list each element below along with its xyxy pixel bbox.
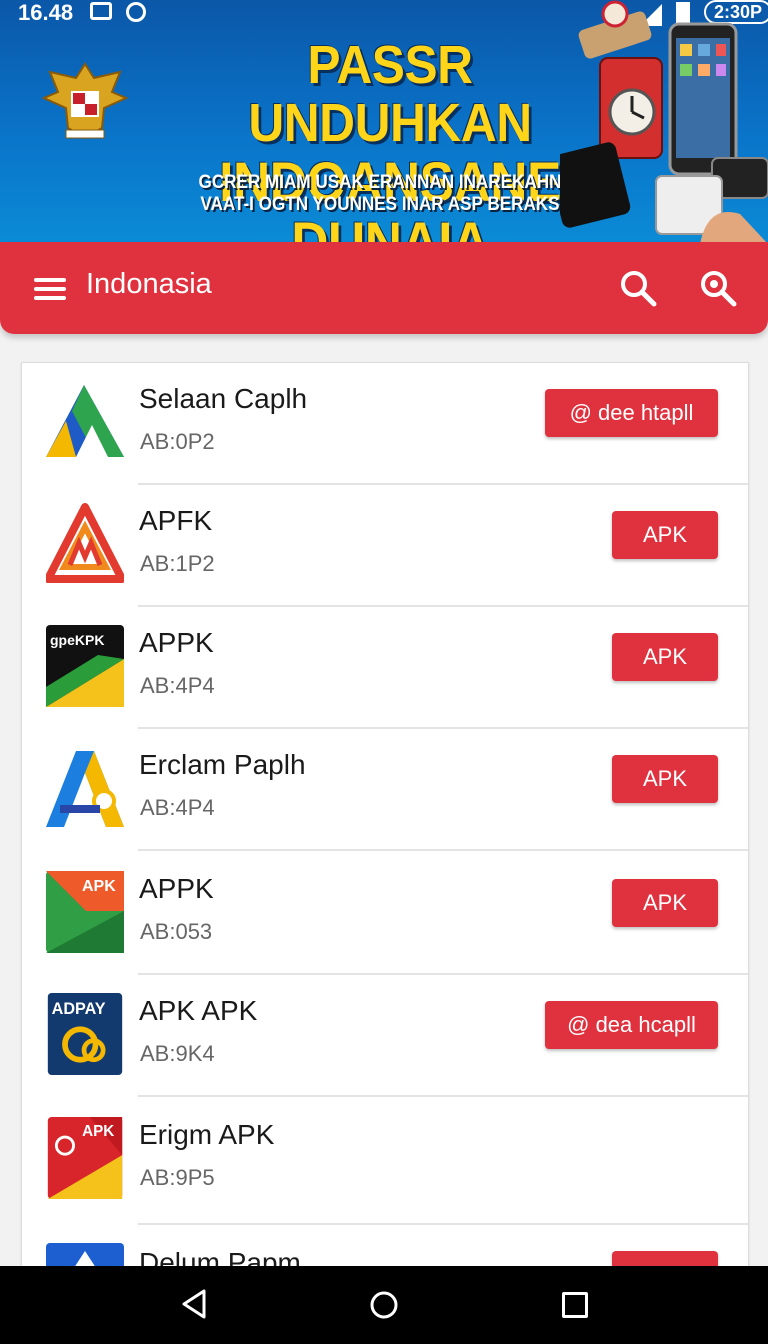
list-item[interactable]: Selaan Caplh AB:0P2 @ dee htapll [22,363,748,485]
app-icon-red-yellow: APK [47,1117,123,1199]
app-list: Selaan Caplh AB:0P2 @ dee htapll APFK AB… [21,362,749,1282]
app-code: AB:9P5 [140,1165,215,1190]
app-notification-icon [126,2,146,22]
divider [138,1095,748,1097]
app-name: APPK [139,873,214,904]
list-item[interactable]: ADPAY APK APK AB:9K4 @ dea hcapll [22,975,748,1097]
advanced-search-icon[interactable] [698,268,738,308]
app-name: Erclam Paplh [139,749,306,780]
app-icon-label: APK [82,878,116,895]
list-item[interactable]: gpeKPK APPK AB:4P4 APK [22,607,748,729]
app-name: Erigm APK [139,1119,275,1150]
app-name: APK APK [139,995,258,1026]
apk-button[interactable]: APK [612,633,718,681]
app-code: AB:4P4 [140,795,215,820]
app-code: AB:1P2 [140,551,215,576]
app-name: APPK [139,627,214,658]
list-item[interactable]: APFK AB:1P2 APK [22,485,748,607]
navigation-bar [0,1266,768,1344]
app-code: AB:0P2 [140,429,215,454]
app-code: AB:053 [140,919,213,944]
app-name: APFK [139,505,213,536]
list-item[interactable]: APK Erigm APK AB:9P5 [22,1099,748,1225]
back-icon[interactable] [180,1289,210,1319]
photo-notification-icon [90,2,112,20]
app-name: Selaan Caplh [139,383,308,414]
apk-button[interactable]: APK [612,755,718,803]
devices-illustration [560,0,768,244]
search-icon[interactable] [618,268,658,308]
app-icon-red-triangle [46,503,124,583]
menu-icon[interactable] [34,278,66,300]
app-icon-label: gpeKPK [50,632,104,648]
app-bar: Indonasia [0,242,768,334]
app-icon-label: ADPAY [52,1000,106,1018]
promo-banner[interactable]: 16.48 2:30P PASSR UNDUHKAN INDOANSANE DU… [0,0,768,244]
apk-button[interactable]: APK [612,511,718,559]
status-time: 16.48 [18,0,74,25]
app-icon-green-fold: APK [46,871,124,953]
app-icon-black-green: gpeKPK [46,625,124,707]
app-code: AB:4P4 [140,673,215,698]
apk-button[interactable]: APK [612,879,718,927]
banner-subline: GCRER MIAM USAK ERANNAN INAREKAHN VAAT-I… [198,172,562,215]
app-icon-green-blue [46,385,124,457]
app-icon-label: APK [82,1123,114,1140]
install-button[interactable]: @ dee htapll [545,389,718,437]
app-icon-blue-arch [46,751,124,827]
divider [138,849,748,851]
home-icon[interactable] [369,1290,399,1320]
list-item[interactable]: Erclam Paplh AB:4P4 APK [22,729,748,851]
install-button[interactable]: @ dea hcapll [545,1001,718,1049]
app-code: AB:9K4 [140,1041,215,1066]
app-bar-title: Indonasia [86,268,212,300]
recent-apps-icon[interactable] [562,1292,588,1318]
app-icon-adpay: ADPAY [47,993,123,1075]
garuda-emblem-icon [42,62,128,140]
list-item[interactable]: APK APPK AB:053 APK [22,853,748,975]
